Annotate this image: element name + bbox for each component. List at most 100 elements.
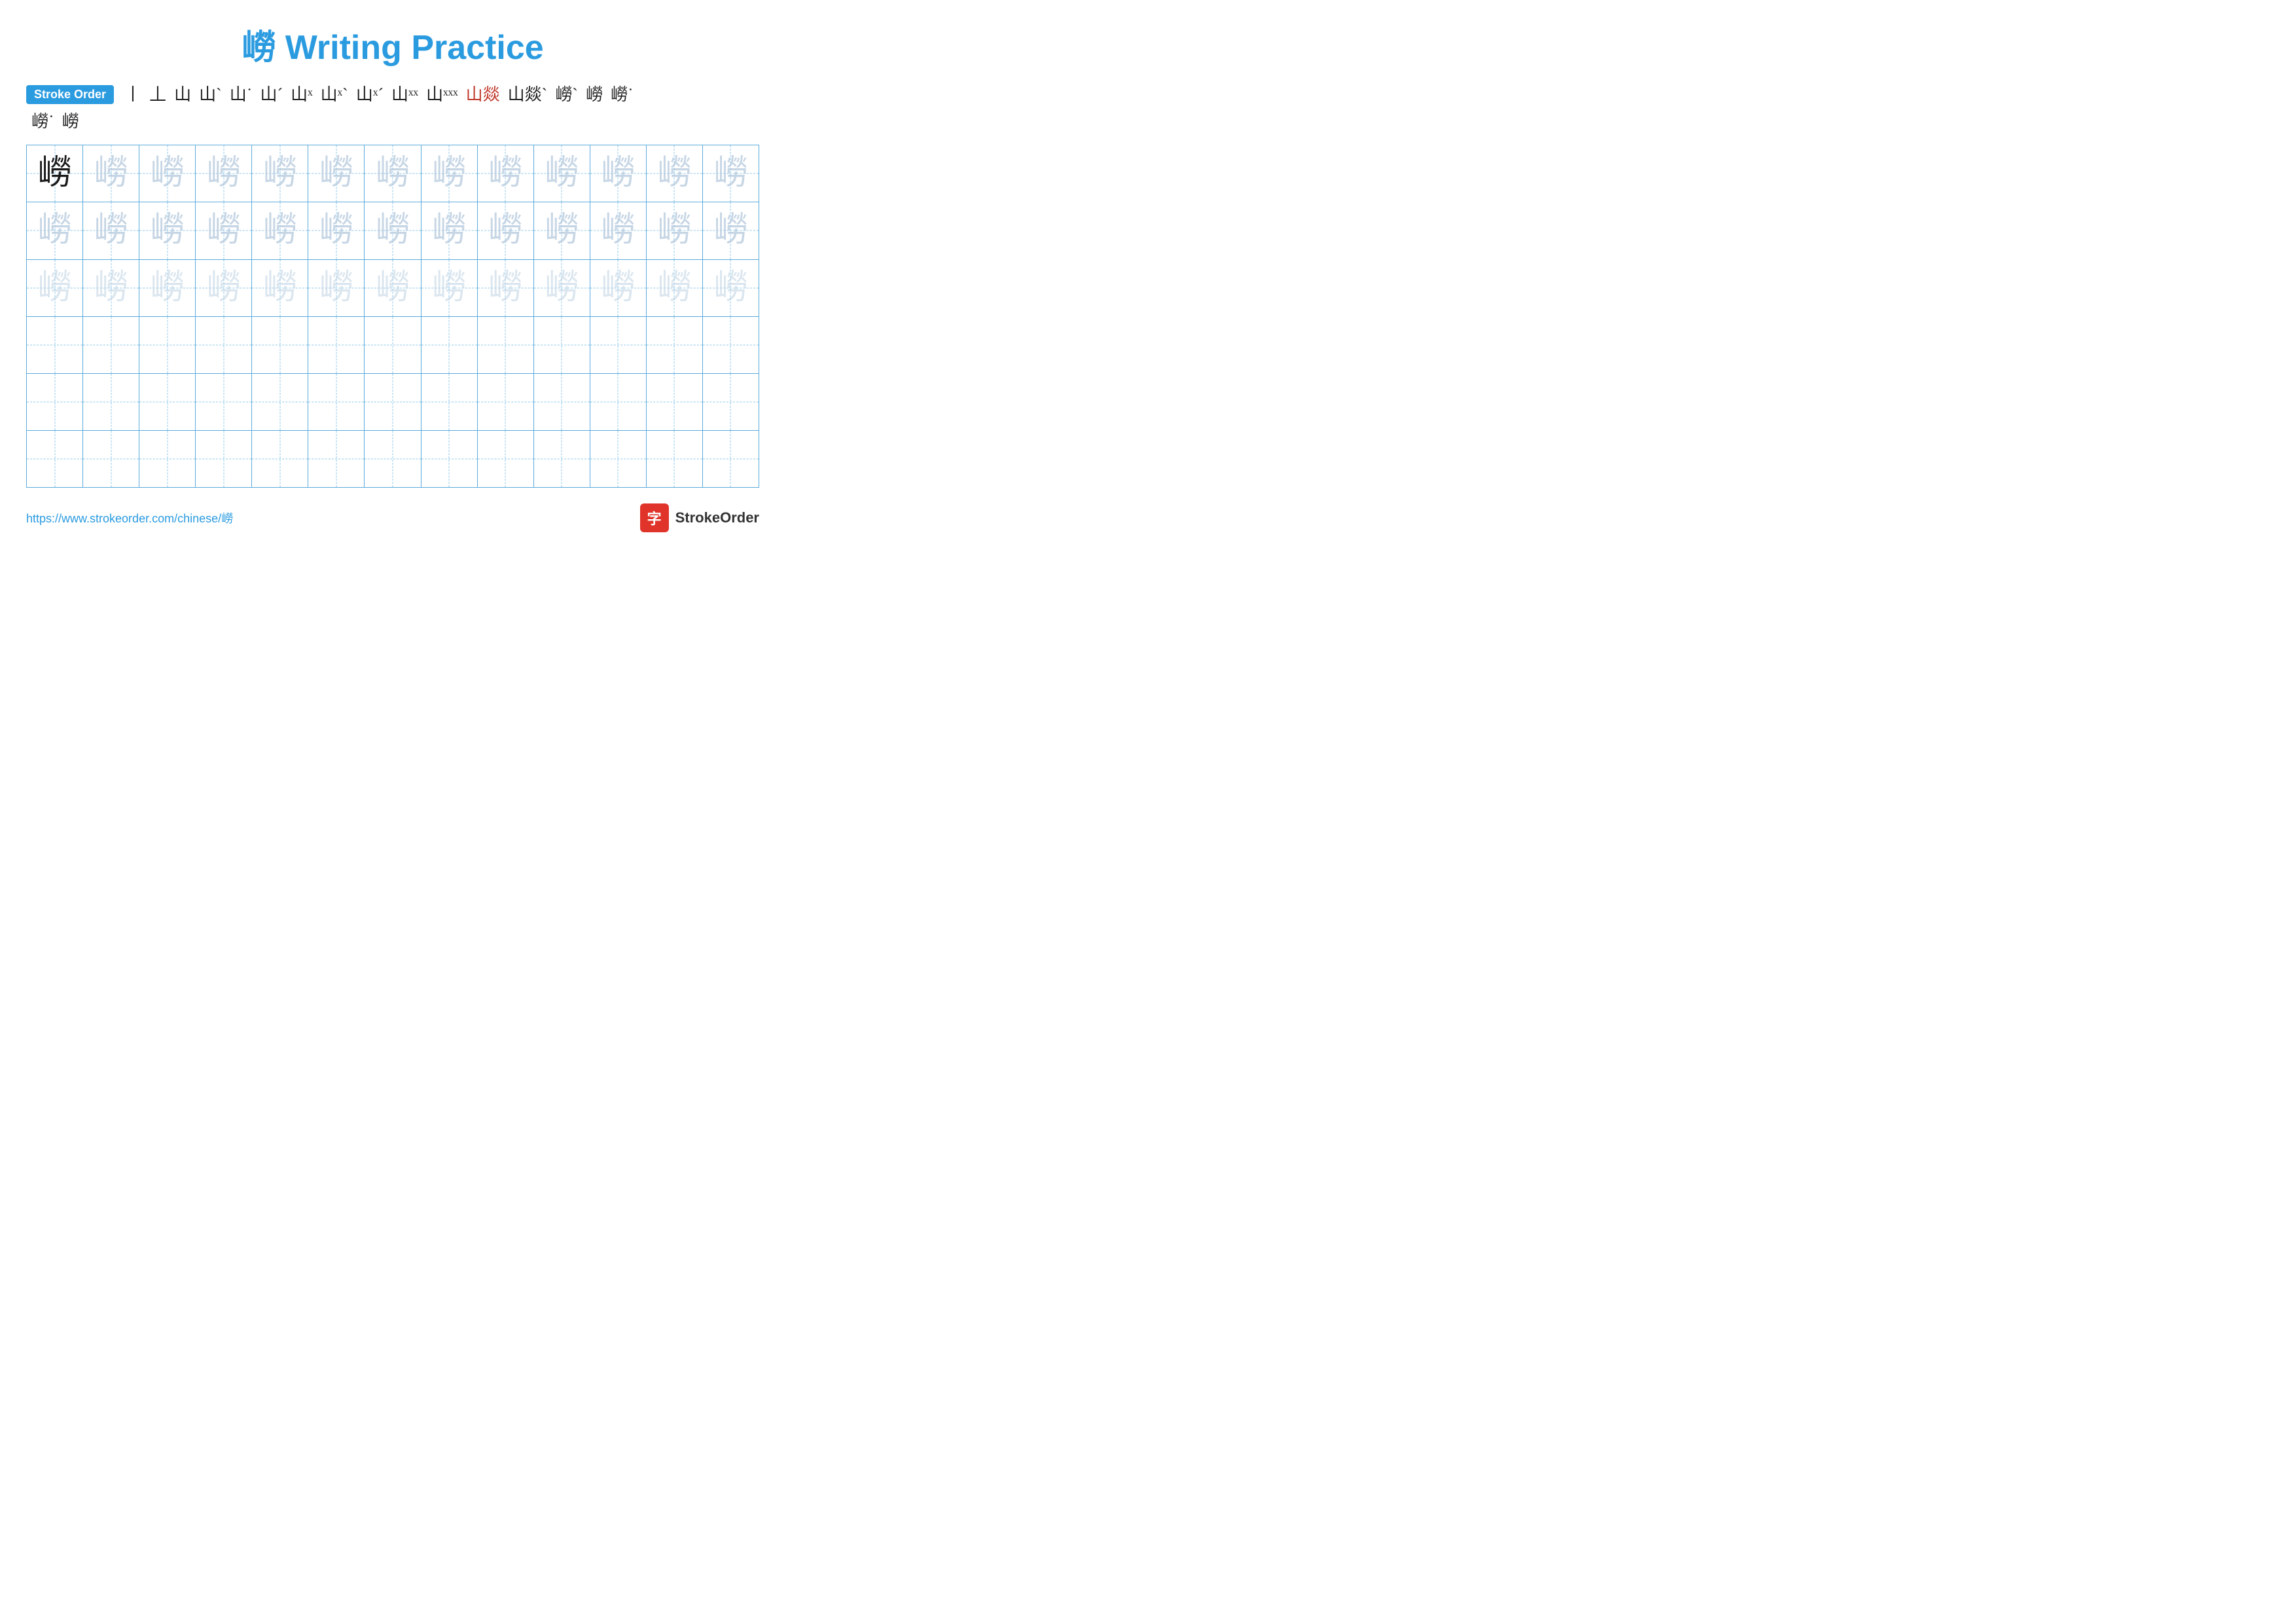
grid-cell[interactable]: 嶗	[647, 260, 703, 316]
grid-cell[interactable]: 嶗	[196, 202, 252, 259]
practice-character: 嶗	[488, 156, 522, 191]
grid-cell[interactable]	[252, 374, 308, 430]
practice-character: 嶗	[488, 271, 522, 305]
practice-character: 嶗	[263, 156, 297, 191]
practice-character: 嶗	[601, 271, 635, 305]
practice-character: 嶗	[319, 156, 353, 191]
grid-cell[interactable]: 嶗	[422, 202, 478, 259]
grid-cell[interactable]	[422, 431, 478, 487]
grid-cell[interactable]: 嶗	[422, 260, 478, 316]
grid-cell[interactable]	[252, 317, 308, 373]
grid-cell[interactable]: 嶗	[308, 145, 365, 202]
stroke-6: 山ˊ	[260, 84, 283, 105]
grid-cell[interactable]	[139, 374, 196, 430]
practice-character: 嶗	[263, 213, 297, 247]
grid-cell[interactable]: 嶗	[139, 202, 196, 259]
grid-cell[interactable]: 嶗	[83, 202, 139, 259]
grid-cell[interactable]: 嶗	[534, 145, 590, 202]
grid-cell[interactable]	[647, 317, 703, 373]
practice-character: 嶗	[319, 213, 353, 247]
stroke-3: 山	[174, 84, 191, 105]
grid-cell[interactable]: 嶗	[478, 202, 534, 259]
grid-cell[interactable]	[308, 374, 365, 430]
grid-cell[interactable]	[365, 431, 421, 487]
grid-cell[interactable]	[478, 317, 534, 373]
grid-cell[interactable]	[139, 431, 196, 487]
stroke-4: 山`	[199, 84, 222, 105]
grid-cell[interactable]	[139, 317, 196, 373]
grid-cell[interactable]: 嶗	[703, 260, 759, 316]
grid-cell[interactable]	[422, 317, 478, 373]
grid-cell[interactable]: 嶗	[252, 202, 308, 259]
stroke-14: 嶗`	[555, 84, 578, 105]
practice-character: 嶗	[376, 271, 410, 305]
grid-cell[interactable]	[196, 317, 252, 373]
practice-character: 嶗	[376, 156, 410, 191]
grid-cell[interactable]	[647, 431, 703, 487]
grid-cell[interactable]: 嶗	[196, 260, 252, 316]
grid-cell[interactable]: 嶗	[27, 145, 83, 202]
footer-link[interactable]: https://www.strokeorder.com/chinese/嶗	[26, 509, 233, 526]
grid-cell[interactable]	[252, 431, 308, 487]
grid-cell[interactable]	[703, 374, 759, 430]
grid-cell[interactable]: 嶗	[590, 145, 647, 202]
grid-cell[interactable]	[308, 431, 365, 487]
grid-cell[interactable]	[534, 317, 590, 373]
grid-cell[interactable]	[196, 374, 252, 430]
grid-cell[interactable]: 嶗	[27, 260, 83, 316]
grid-cell[interactable]	[308, 317, 365, 373]
grid-cell[interactable]: 嶗	[590, 202, 647, 259]
grid-cell[interactable]: 嶗	[139, 260, 196, 316]
grid-cell[interactable]	[590, 431, 647, 487]
stroke-18: 嶗	[62, 111, 79, 132]
grid-cell[interactable]	[83, 431, 139, 487]
grid-cell[interactable]	[703, 317, 759, 373]
grid-cell[interactable]	[590, 317, 647, 373]
grid-cell[interactable]: 嶗	[478, 145, 534, 202]
practice-grid: 嶗嶗嶗嶗嶗嶗嶗嶗嶗嶗嶗嶗嶗嶗嶗嶗嶗嶗嶗嶗嶗嶗嶗嶗嶗嶗嶗嶗嶗嶗嶗嶗嶗嶗嶗嶗嶗嶗嶗	[26, 145, 759, 487]
grid-cell[interactable]: 嶗	[422, 145, 478, 202]
grid-cell[interactable]: 嶗	[703, 145, 759, 202]
grid-cell[interactable]	[365, 374, 421, 430]
grid-cell[interactable]: 嶗	[365, 260, 421, 316]
grid-cell[interactable]	[27, 374, 83, 430]
stroke-9: 山ˣˊ	[356, 84, 384, 105]
grid-cell[interactable]	[196, 431, 252, 487]
grid-cell[interactable]: 嶗	[590, 260, 647, 316]
grid-cell[interactable]: 嶗	[252, 260, 308, 316]
grid-cell[interactable]: 嶗	[83, 145, 139, 202]
grid-cell[interactable]	[534, 374, 590, 430]
grid-cell[interactable]: 嶗	[252, 145, 308, 202]
practice-character: 嶗	[545, 213, 579, 247]
grid-cell[interactable]: 嶗	[647, 145, 703, 202]
grid-cell[interactable]: 嶗	[534, 202, 590, 259]
grid-cell[interactable]	[647, 374, 703, 430]
grid-cell[interactable]	[83, 374, 139, 430]
page-title: 嶗 Writing Practice	[26, 20, 759, 69]
grid-cell[interactable]	[27, 317, 83, 373]
grid-cell[interactable]: 嶗	[308, 260, 365, 316]
grid-cell[interactable]: 嶗	[365, 202, 421, 259]
practice-character: 嶗	[94, 156, 128, 191]
grid-cell[interactable]	[365, 317, 421, 373]
grid-cell[interactable]	[83, 317, 139, 373]
grid-cell[interactable]: 嶗	[478, 260, 534, 316]
grid-cell[interactable]: 嶗	[27, 202, 83, 259]
practice-character: 嶗	[94, 213, 128, 247]
grid-cell[interactable]	[422, 374, 478, 430]
grid-cell[interactable]	[27, 431, 83, 487]
grid-cell[interactable]: 嶗	[703, 202, 759, 259]
grid-cell[interactable]: 嶗	[308, 202, 365, 259]
stroke-8: 山ˣ`	[321, 84, 348, 105]
grid-cell[interactable]: 嶗	[196, 145, 252, 202]
grid-cell[interactable]: 嶗	[534, 260, 590, 316]
grid-cell[interactable]	[534, 431, 590, 487]
grid-cell[interactable]: 嶗	[139, 145, 196, 202]
grid-cell[interactable]	[478, 374, 534, 430]
grid-cell[interactable]	[703, 431, 759, 487]
grid-cell[interactable]	[478, 431, 534, 487]
grid-cell[interactable]	[590, 374, 647, 430]
grid-cell[interactable]: 嶗	[83, 260, 139, 316]
grid-cell[interactable]: 嶗	[365, 145, 421, 202]
grid-cell[interactable]: 嶗	[647, 202, 703, 259]
